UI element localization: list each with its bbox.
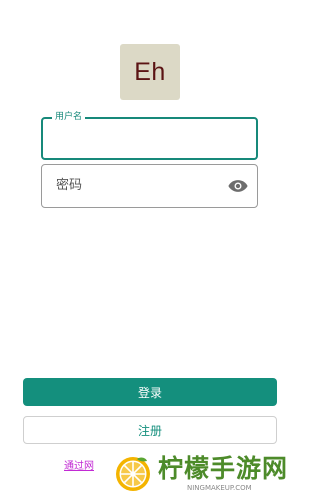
register-button[interactable]: 注册	[23, 416, 277, 444]
password-field[interactable]: 密码	[41, 164, 258, 208]
username-field[interactable]: 用户名	[41, 111, 258, 160]
register-button-label: 注册	[137, 423, 162, 438]
password-placeholder: 密码	[56, 178, 83, 193]
watermark-url: NINGMAKEUP.COM	[187, 484, 252, 492]
watermark-title: 柠檬手游网	[158, 454, 289, 483]
lemon-logo-icon	[116, 457, 150, 491]
eye-icon[interactable]	[228, 178, 248, 194]
app-logo-text: Eh	[134, 57, 166, 86]
login-button-label: 登录	[137, 385, 162, 400]
login-button[interactable]: 登录	[23, 378, 277, 406]
web-login-link[interactable]: 通过网	[64, 457, 94, 472]
app-logo: Eh	[120, 44, 180, 100]
username-label: 用户名	[52, 111, 86, 123]
